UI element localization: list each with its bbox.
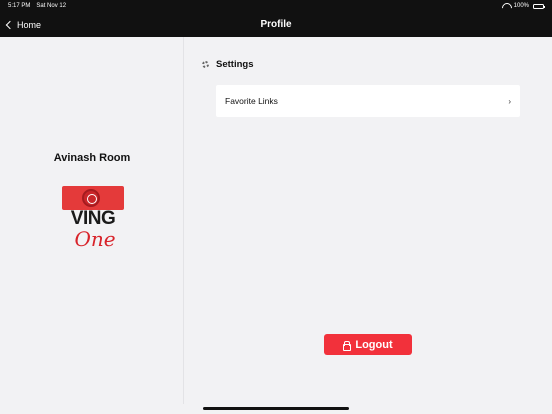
battery-icon [533,3,545,9]
status-left: 5:17 PM Sat Nov 12 [8,3,66,9]
gear-icon [202,61,209,68]
navigation-bar: Home Profile [0,12,552,37]
status-time: 5:17 PM [8,3,31,9]
favorite-links-label: Favorite Links [225,96,278,106]
settings-panel: Settings Favorite Links › Logout [185,37,552,404]
logo-emblem-icon [82,189,100,207]
logout-button[interactable]: Logout [324,334,412,355]
chevron-right-icon: › [508,96,511,106]
settings-title: Settings [216,59,254,70]
battery-percent: 100% [513,3,529,9]
logo-text-one: One [74,227,116,251]
bottom-bar [0,404,552,414]
logout-label: Logout [355,338,393,351]
status-date: Sat Nov 12 [36,3,67,9]
settings-header: Settings [202,59,253,70]
favorite-links-row[interactable]: Favorite Links › [216,85,520,117]
chevron-left-icon [5,20,15,29]
back-button[interactable]: Home [5,19,42,30]
profile-panel: Avinash Room VING One [0,37,184,404]
user-name: Avinash Room [53,152,131,164]
home-indicator[interactable] [203,407,349,410]
wifi-icon [502,3,510,9]
ving-one-logo: VING One [62,186,124,254]
page-title: Profile [260,19,292,30]
lock-icon [343,340,352,351]
status-bar: 5:17 PM Sat Nov 12 100% [0,0,552,12]
back-label: Home [17,19,42,30]
status-right: 100% [502,3,545,9]
